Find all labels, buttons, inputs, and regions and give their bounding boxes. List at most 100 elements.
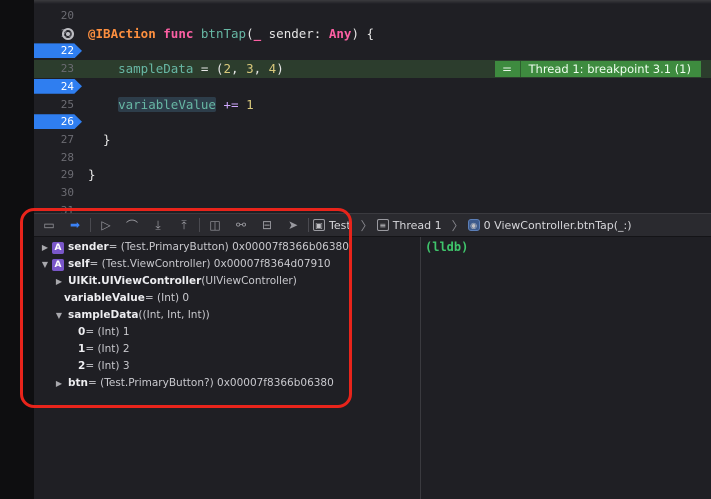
variable-row[interactable]: ▶ btn = (Test.PrimaryButton?) 0x00007f836… — [54, 375, 334, 392]
window-edge — [0, 0, 34, 499]
code-token: ( — [246, 25, 254, 41]
code-line[interactable]: 22 — [34, 42, 711, 60]
code-line[interactable]: 21 @IBAction func btnTap(_ sender: Any) { — [34, 25, 711, 43]
variable-name: 0 — [78, 326, 86, 338]
code-token: _ — [253, 25, 262, 41]
variable-name: self — [68, 258, 90, 270]
step-out-icon[interactable]: ⤒ — [173, 216, 195, 234]
code-token: @IBAction — [88, 25, 156, 41]
breadcrumb-item[interactable]: 〉 ≡ Thread 1 — [355, 217, 442, 234]
variable-value: ((Int, Int, Int)) — [138, 309, 210, 321]
code-token: sender: — [261, 25, 329, 41]
toolbar-divider — [308, 218, 309, 232]
code-text[interactable]: variableValue += 1 — [88, 96, 254, 114]
breadcrumb-item[interactable]: ▣ Test — [313, 219, 351, 232]
source-editor[interactable]: 20 21 @IBAction func btnTap(_ sender: Any)… — [34, 4, 711, 217]
variable-name: variableValue — [64, 292, 145, 304]
code-line[interactable]: 29} — [34, 166, 711, 184]
line-number[interactable]: 23 — [34, 60, 74, 78]
disclosure-open-icon[interactable]: ▼ — [54, 307, 64, 324]
code-line[interactable]: 25 variableValue += 1 — [34, 96, 711, 114]
chevron-right-icon: 〉 — [451, 218, 464, 233]
variables-view[interactable]: ▶ Asender = (Test.PrimaryButton) 0x00007f… — [34, 237, 421, 499]
variable-row[interactable]: ▼ sampleData ((Int, Int, Int)) — [54, 307, 210, 324]
argument-badge-icon: A — [52, 258, 64, 271]
line-number[interactable]: 27 — [34, 131, 74, 149]
code-token: 1 — [246, 96, 254, 112]
thread-breakpoint-badge[interactable]: = Thread 1: breakpoint 3.1 (1) — [494, 61, 701, 78]
continue-icon[interactable]: ▷ — [95, 216, 117, 234]
variable-row[interactable]: variableValue = (Int) 0 — [64, 290, 189, 307]
line-number[interactable]: 22 — [34, 42, 74, 60]
code-line[interactable]: 30 — [34, 184, 711, 202]
view-hierarchy-icon[interactable]: ◫ — [204, 216, 226, 234]
variable-row[interactable]: 1 = (Int) 2 — [78, 341, 130, 358]
code-token: sampleData — [88, 61, 194, 77]
memory-graph-icon[interactable]: ⚯ — [230, 216, 252, 234]
variable-name: sampleData — [68, 309, 139, 321]
code-token: } — [88, 167, 96, 183]
line-number[interactable]: 20 — [34, 7, 74, 25]
code-line[interactable]: 27 } — [34, 131, 711, 149]
code-token: ) { — [351, 25, 375, 41]
line-number[interactable]: 26 — [34, 113, 74, 131]
line-number[interactable]: 24 — [34, 78, 74, 96]
step-into-icon[interactable]: ⤓ — [147, 216, 169, 234]
code-text[interactable]: } — [88, 131, 111, 149]
disclosure-closed-icon[interactable]: ▶ — [40, 239, 50, 256]
variable-name: sender — [68, 241, 109, 253]
line-number[interactable]: 28 — [34, 149, 74, 167]
code-token: , — [253, 61, 269, 77]
code-line[interactable]: 24 — [34, 78, 711, 96]
breakpoints-toggle-icon[interactable]: ➡ — [64, 216, 86, 234]
code-line[interactable]: 20 — [34, 7, 711, 25]
variable-row[interactable]: 0 = (Int) 1 — [78, 324, 130, 341]
variable-name: 1 — [78, 343, 86, 355]
step-over-icon[interactable]: ⌒ — [121, 216, 143, 234]
hide-debug-area-icon[interactable]: ▭ — [38, 216, 60, 234]
disclosure-closed-icon[interactable]: ▶ — [54, 273, 64, 290]
console-view[interactable]: (lldb) — [421, 237, 711, 499]
simulate-location-icon[interactable]: ➤ — [282, 216, 304, 234]
thread-icon: ≡ — [376, 219, 389, 231]
variable-value: = (Test.PrimaryButton?) 0x00007f8366b063… — [88, 377, 334, 389]
code-text[interactable]: sampleData = (2, 3, 4) — [88, 60, 284, 78]
line-number[interactable]: 30 — [34, 184, 74, 202]
line-number[interactable]: 25 — [34, 96, 74, 114]
frame-icon: ◉ — [467, 219, 480, 231]
line-number[interactable]: 29 — [34, 166, 74, 184]
code-token: } — [88, 131, 111, 147]
debug-bar: ▭ ➡ ▷ ⌒ ⤓ ⤒ ◫ ⚯ ⊟ ➤ ▣ Test 〉 ≡ Thread 1 〉 ◉ 0 ViewControl… — [34, 213, 711, 237]
equals-icon: = — [494, 61, 521, 78]
code-text[interactable]: } — [88, 166, 96, 184]
code-line[interactable]: 26 — [34, 113, 711, 131]
app-icon: ▣ — [313, 219, 325, 231]
code-token: = ( — [193, 61, 224, 77]
chevron-right-icon: 〉 — [360, 218, 373, 233]
toolbar-divider — [90, 218, 91, 232]
code-text[interactable]: @IBAction func btnTap(_ sender: Any) { — [88, 25, 374, 43]
breadcrumb-item[interactable]: 〉 ◉ 0 ViewController.btnTap(_:) — [446, 217, 632, 234]
argument-badge-icon: A — [52, 241, 64, 254]
code-token: Any — [328, 25, 352, 41]
code-token: func — [163, 25, 194, 41]
disclosure-closed-icon[interactable]: ▶ — [54, 375, 64, 392]
variable-row[interactable]: ▶ UIKit.UIViewController (UIViewControlle… — [54, 273, 297, 290]
breadcrumb-label: 0 ViewController.btnTap(_:) — [483, 218, 632, 232]
code-line[interactable]: 28 — [34, 149, 711, 167]
code-line[interactable]: 23 sampleData = (2, 3, 4) = Thread 1: brea… — [34, 60, 711, 78]
variable-row[interactable]: ▼ Aself = (Test.ViewController) 0x00007f8… — [40, 256, 331, 273]
variable-row[interactable]: ▶ Asender = (Test.PrimaryButton) 0x00007f… — [40, 239, 349, 256]
toolbar-divider — [199, 218, 200, 232]
environment-overrides-icon[interactable]: ⊟ — [256, 216, 278, 234]
variable-value: (UIViewController) — [201, 275, 297, 287]
breadcrumb-label: Thread 1 — [392, 218, 442, 232]
variable-name: btn — [68, 377, 89, 389]
instruction-pointer-icon[interactable] — [62, 27, 74, 40]
lldb-prompt: (lldb) — [425, 240, 469, 254]
breadcrumb-label: Test — [329, 218, 351, 232]
disclosure-open-icon[interactable]: ▼ — [40, 256, 50, 273]
variable-row[interactable]: 2 = (Int) 3 — [78, 358, 130, 375]
